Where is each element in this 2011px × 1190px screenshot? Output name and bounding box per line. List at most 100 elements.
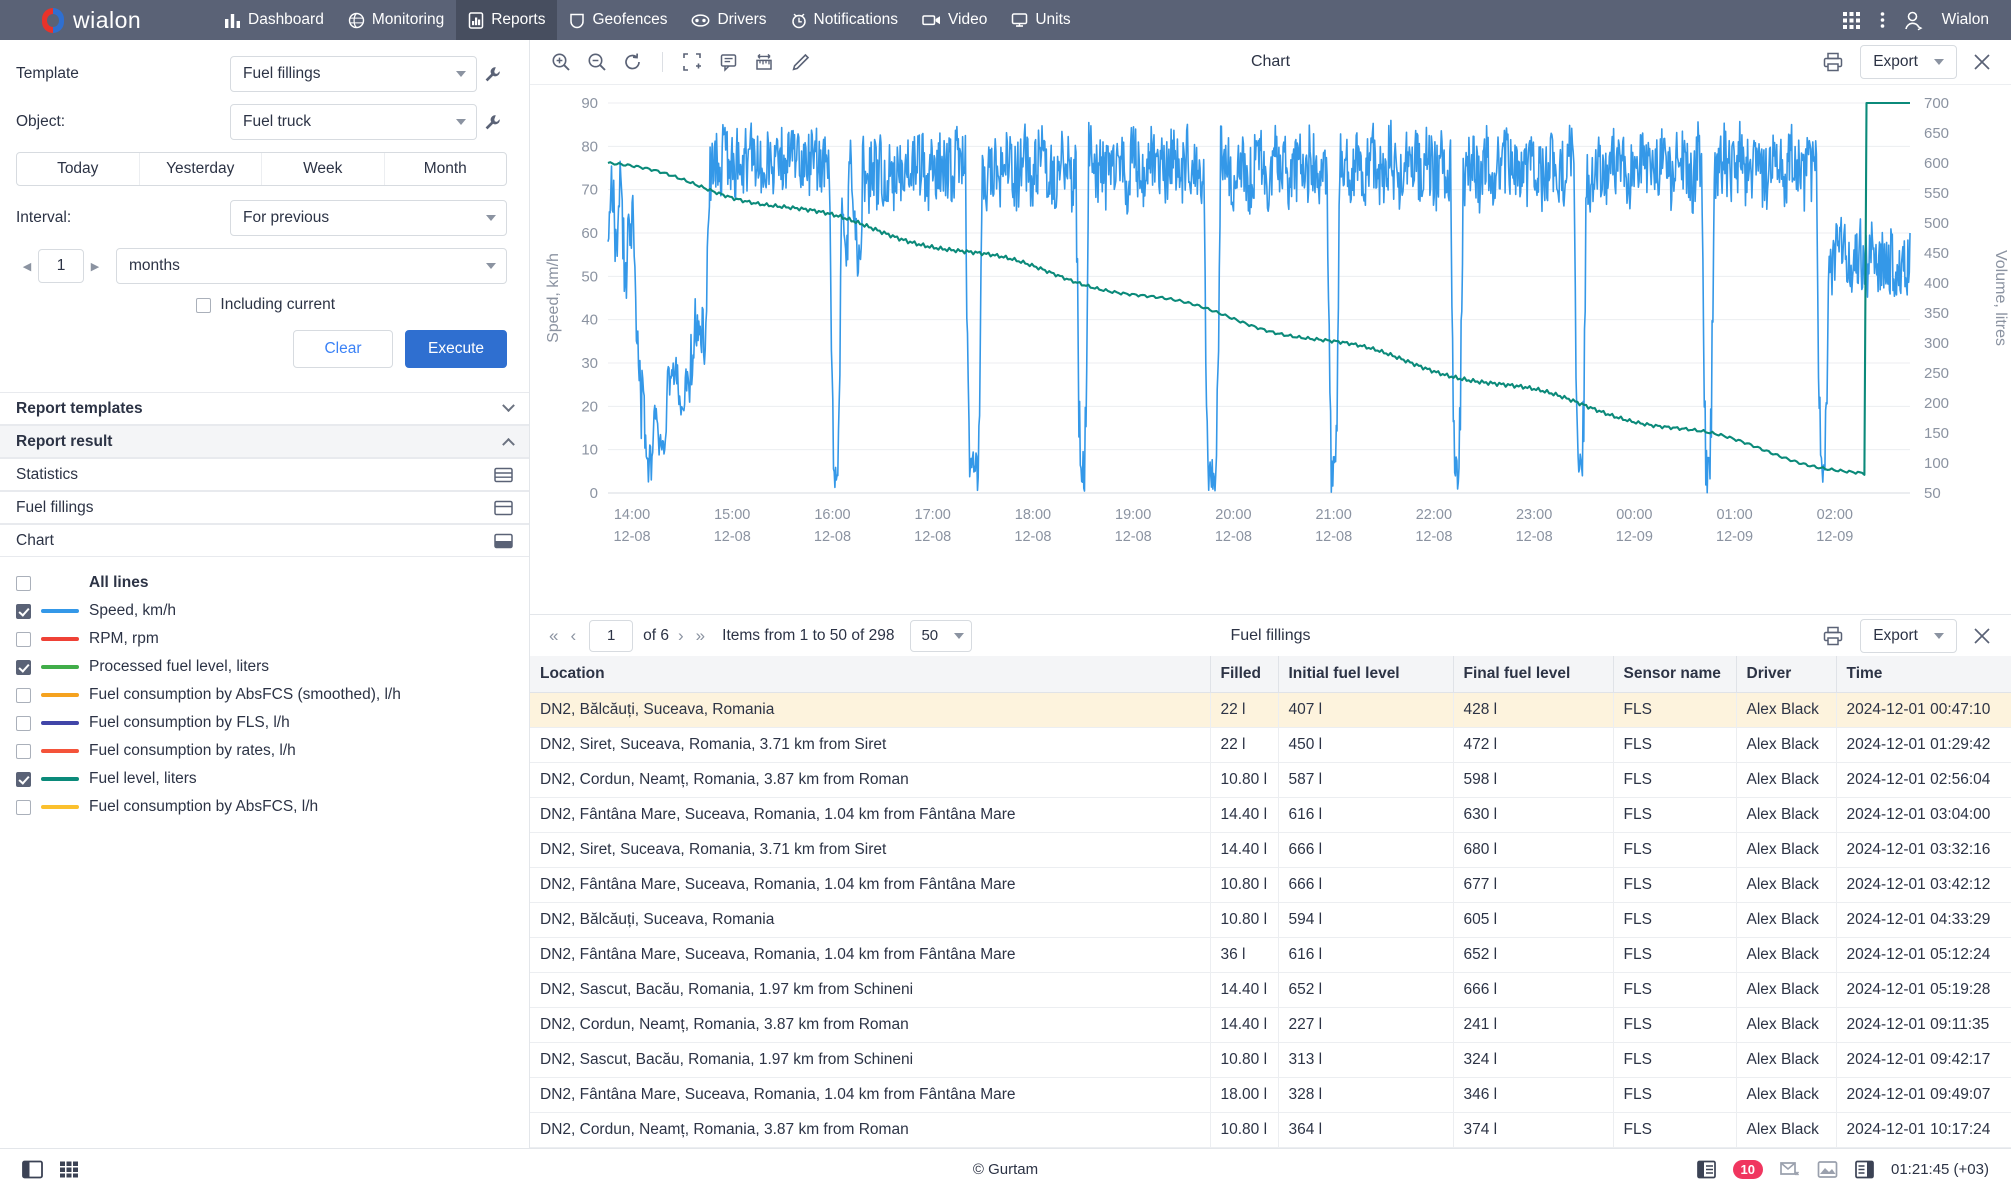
table-row[interactable]: DN2, Cordun, Neamț, Romania, 3.87 km fro… bbox=[530, 1112, 2011, 1148]
template-settings-wrench-icon[interactable] bbox=[477, 66, 507, 83]
legend-item-consumption-rates[interactable]: Fuel consumption by rates, l/h bbox=[16, 737, 513, 765]
image-icon[interactable] bbox=[1817, 1160, 1838, 1179]
legend-checkbox[interactable] bbox=[16, 687, 31, 703]
interval-unit-select[interactable]: months bbox=[116, 248, 507, 284]
legend-checkbox[interactable] bbox=[16, 603, 31, 619]
col-location[interactable]: Location bbox=[530, 656, 1211, 694]
col-sensor-name[interactable]: Sensor name bbox=[1613, 656, 1737, 694]
last-page-icon[interactable]: » bbox=[693, 626, 708, 646]
annotation-icon[interactable] bbox=[713, 47, 743, 77]
table-row[interactable]: DN2, Fântâna Mare, Suceava, Romania, 1.0… bbox=[530, 937, 2011, 974]
grid-apps-icon[interactable] bbox=[1841, 10, 1862, 31]
table-row[interactable]: DN2, Fântâna Mare, Suceava, Romania, 1.0… bbox=[530, 867, 2011, 904]
nav-item-geofences[interactable]: Geofences bbox=[557, 0, 679, 40]
chevron-down-icon[interactable] bbox=[502, 399, 515, 413]
grid-view-icon[interactable] bbox=[59, 1160, 79, 1179]
chevron-up-icon[interactable] bbox=[502, 437, 515, 451]
first-page-icon[interactable]: « bbox=[546, 626, 561, 646]
col-time[interactable]: Time bbox=[1836, 656, 2011, 694]
legend-item-processed-fuel-level[interactable]: Processed fuel level, liters bbox=[16, 653, 513, 681]
quick-range-today[interactable]: Today bbox=[17, 153, 140, 185]
chart-export-button[interactable]: Export bbox=[1860, 45, 1957, 79]
legend-checkbox[interactable] bbox=[16, 659, 31, 675]
mail-icon[interactable] bbox=[1779, 1160, 1801, 1179]
print-icon[interactable] bbox=[1818, 621, 1848, 651]
legend-item-consumption-fls[interactable]: Fuel consumption by FLS, l/h bbox=[16, 709, 513, 737]
list-icon[interactable] bbox=[1854, 1160, 1875, 1179]
legend-item-fuel-level[interactable]: Fuel level, liters bbox=[16, 765, 513, 793]
print-icon[interactable] bbox=[1818, 47, 1848, 77]
nav-item-notifications[interactable]: Notifications bbox=[779, 0, 910, 40]
legend-checkbox[interactable] bbox=[16, 631, 31, 647]
quick-range-month[interactable]: Month bbox=[385, 153, 507, 185]
table-icon[interactable] bbox=[494, 500, 513, 516]
table-scroll-region[interactable]: Location Filled Initial fuel level Final… bbox=[530, 656, 2011, 1148]
nav-item-video[interactable]: Video bbox=[910, 0, 999, 40]
table-row[interactable]: DN2, Cordun, Neamț, Romania, 3.87 km fro… bbox=[530, 1007, 2011, 1044]
table-close-icon[interactable] bbox=[1969, 623, 1995, 649]
legend-item-consumption-absfcs-smoothed[interactable]: Fuel consumption by AbsFCS (smoothed), l… bbox=[16, 681, 513, 709]
including-current-checkbox[interactable] bbox=[196, 297, 212, 313]
interval-select[interactable]: For previous bbox=[230, 200, 507, 236]
legend-checkbox[interactable] bbox=[16, 715, 31, 731]
panel-toggle-icon[interactable] bbox=[22, 1160, 43, 1179]
table-row[interactable]: DN2, Siret, Suceava, Romania, 3.71 km fr… bbox=[530, 727, 2011, 764]
reset-zoom-icon[interactable] bbox=[618, 47, 648, 77]
legend-item-consumption-absfcs[interactable]: Fuel consumption by AbsFCS, l/h bbox=[16, 793, 513, 821]
chart-icon[interactable] bbox=[494, 533, 513, 549]
next-page-icon[interactable]: › bbox=[675, 626, 687, 646]
section-report-result[interactable]: Report result bbox=[0, 425, 529, 458]
table-row[interactable]: DN2, Fântâna Mare, Suceava, Romania, 1.0… bbox=[530, 797, 2011, 834]
nav-item-drivers[interactable]: Drivers bbox=[679, 0, 778, 40]
edit-icon[interactable] bbox=[785, 47, 815, 77]
clear-button[interactable]: Clear bbox=[292, 330, 393, 368]
col-filled[interactable]: Filled bbox=[1210, 656, 1279, 694]
quick-range-week[interactable]: Week bbox=[262, 153, 385, 185]
nav-item-dashboard[interactable]: Dashboard bbox=[212, 0, 336, 40]
legend-checkbox[interactable] bbox=[16, 575, 31, 591]
chart-canvas[interactable]: 0 10 20 30 40 50 60 70 80 90 50 100 150 200 250 300 350 4… bbox=[530, 84, 2011, 614]
legend-checkbox[interactable] bbox=[16, 799, 31, 815]
legend-checkbox[interactable] bbox=[16, 771, 31, 787]
table-row[interactable]: DN2, Fântâna Mare, Suceava, Romania, 1.0… bbox=[530, 1077, 2011, 1114]
table-row[interactable]: DN2, Bălcăuți, Suceava, Romania 10.80 l 59… bbox=[530, 902, 2011, 939]
section-statistics[interactable]: Statistics bbox=[0, 458, 529, 491]
legend-checkbox[interactable] bbox=[16, 743, 31, 759]
nav-item-reports[interactable]: Reports bbox=[456, 0, 558, 40]
legend-item-speed[interactable]: Speed, km/h bbox=[16, 597, 513, 625]
section-report-templates[interactable]: Report templates bbox=[0, 392, 529, 425]
section-fuel-fillings[interactable]: Fuel fillings bbox=[0, 491, 529, 524]
user-account-icon[interactable] bbox=[1903, 10, 1924, 31]
table-icon[interactable] bbox=[494, 467, 513, 483]
table-row[interactable]: DN2, Cordun, Neamț, Romania, 3.87 km fro… bbox=[530, 762, 2011, 799]
kebab-menu-icon[interactable] bbox=[1880, 10, 1885, 30]
fullscreen-icon[interactable] bbox=[677, 47, 707, 77]
col-final-fuel-level[interactable]: Final fuel level bbox=[1453, 656, 1614, 694]
table-row[interactable]: DN2, Siret, Suceava, Romania, 3.71 km fr… bbox=[530, 832, 2011, 869]
chart-close-icon[interactable] bbox=[1969, 49, 1995, 75]
zoom-out-icon[interactable] bbox=[582, 47, 612, 77]
prev-page-icon[interactable]: ‹ bbox=[567, 626, 579, 646]
messages-icon[interactable] bbox=[1696, 1160, 1717, 1179]
measure-icon[interactable] bbox=[749, 47, 779, 77]
table-row[interactable]: DN2, Bălcăuți, Suceava, Romania 22 l 407 l… bbox=[530, 692, 2011, 729]
nav-item-monitoring[interactable]: Monitoring bbox=[336, 0, 456, 40]
wialon-logo[interactable]: wialon bbox=[0, 0, 212, 40]
object-settings-wrench-icon[interactable] bbox=[477, 114, 507, 131]
interval-amount-input[interactable] bbox=[38, 249, 84, 283]
page-size-select[interactable]: 50 bbox=[910, 619, 973, 652]
table-row[interactable]: DN2, Sascut, Bacău, Romania, 1.97 km fro… bbox=[530, 972, 2011, 1009]
notification-count-badge[interactable]: 10 bbox=[1732, 1159, 1763, 1180]
section-chart[interactable]: Chart bbox=[0, 524, 529, 557]
quick-range-yesterday[interactable]: Yesterday bbox=[140, 153, 262, 185]
nav-item-units[interactable]: Units bbox=[999, 0, 1082, 40]
object-select[interactable]: Fuel truck bbox=[230, 104, 477, 140]
col-driver[interactable]: Driver bbox=[1736, 656, 1837, 694]
zoom-in-icon[interactable] bbox=[546, 47, 576, 77]
template-select[interactable]: Fuel fillings bbox=[230, 56, 477, 92]
col-initial-fuel-level[interactable]: Initial fuel level bbox=[1278, 656, 1454, 694]
decrement-arrow-icon[interactable]: ◀ bbox=[16, 251, 38, 281]
increment-arrow-icon[interactable]: ▶ bbox=[84, 251, 106, 281]
page-number-input[interactable] bbox=[589, 619, 634, 652]
legend-item-all-lines[interactable]: All lines bbox=[16, 569, 513, 597]
